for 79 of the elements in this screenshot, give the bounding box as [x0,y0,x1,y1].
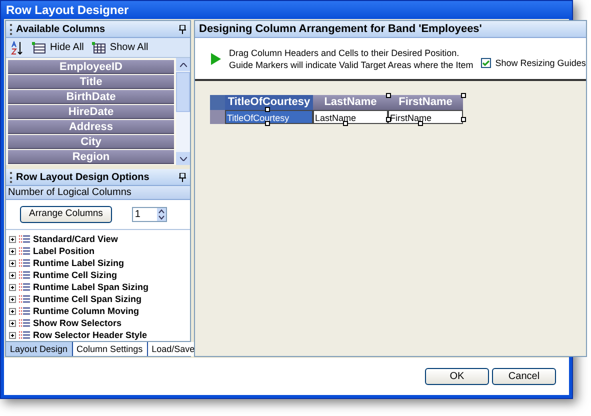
resize-handle[interactable] [418,121,423,126]
window-title: Row Layout Designer [1,1,572,19]
expand-icon[interactable] [9,248,16,254]
column-header[interactable]: FirstName [388,95,463,110]
property-icon [19,295,30,303]
tree-item[interactable]: Runtime Column Moving [33,305,139,317]
list-icon [32,42,46,54]
hide-button[interactable]: Hide All [32,40,84,55]
expand-icon[interactable] [9,284,16,290]
scroll-down-icon[interactable] [176,152,190,165]
sort-icon [10,40,24,54]
expand-icon[interactable] [9,332,16,338]
expand-icon[interactable] [9,308,16,314]
tree-item[interactable]: Runtime Label Span Sizing [33,281,149,293]
show-button[interactable]: Show All [92,40,148,55]
checkbox[interactable] [481,58,492,68]
column-item[interactable]: Title [8,75,174,89]
tree-item[interactable]: Row Selector Header Style [33,329,148,341]
property-icon [19,331,30,339]
scroll-thumb[interactable] [176,72,190,112]
resize-handle[interactable] [265,121,270,126]
section-header: Number of Logical Columns [6,186,190,200]
expand-icon[interactable] [9,272,16,278]
property-icon [19,247,30,255]
column-cell[interactable]: FirstName [388,110,463,124]
panel-title: Row Layout Design Options [16,170,150,184]
ok-button[interactable]: OK [425,368,489,385]
property-icon [19,307,30,315]
pin-icon[interactable] [179,24,186,34]
scroll-up-icon[interactable] [176,58,190,71]
property-icon [19,235,30,243]
column-item[interactable]: Address [8,120,174,134]
play-icon [211,52,221,64]
expand-icon[interactable] [9,320,16,326]
column-header[interactable]: LastName [313,95,388,110]
panel-title: Designing Column Arrangement for Band 'Employees' [199,22,482,37]
column-item[interactable]: Region [8,150,174,164]
expand-icon[interactable] [9,296,16,302]
expand-icon[interactable] [9,260,16,266]
resize-handle[interactable] [461,117,466,122]
column-cell[interactable]: TitleOfCourtesy [225,110,313,124]
resize-handle[interactable] [461,93,466,98]
column-header[interactable]: TitleOfCourtesy [225,95,313,110]
property-icon [19,283,30,291]
column-count-field[interactable]: 1 [132,207,167,222]
pin-icon[interactable] [179,172,186,182]
property-icon [19,259,30,267]
instruction-text: Drag Column Headers and Cells to their Desired Position. [229,46,460,58]
resize-handle[interactable] [265,107,270,112]
tree-item[interactable]: Runtime Cell Span Sizing [33,293,142,305]
resize-handle[interactable] [343,121,348,126]
spinner-icon[interactable] [156,208,166,221]
tab[interactable]: Layout Design [6,342,73,356]
column-item[interactable]: EmployeeID [8,60,174,74]
scrollbar[interactable] [176,58,190,165]
tab[interactable]: Column Settings [72,342,148,356]
column-cell[interactable]: LastName [313,110,388,124]
instruction-text: Guide Markers will indicate Valid Target Areas where the Item [229,58,474,70]
column-item[interactable]: HireDate [8,105,174,119]
tree-item[interactable]: Runtime Cell Sizing [33,269,118,281]
column-item[interactable]: City [8,135,174,149]
tree-item[interactable]: Standard/Card View [33,233,118,245]
tree-item[interactable]: Runtime Label Sizing [33,257,124,269]
tree-item[interactable]: Show Row Selectors [33,317,122,329]
expand-icon[interactable] [9,236,16,242]
tree-item[interactable]: Label Position [33,245,95,257]
column-item[interactable]: BirthDate [8,90,174,104]
property-icon [19,271,30,279]
sort-button[interactable] [10,40,24,54]
panel-title: Available Columns [16,22,106,36]
corner-header [210,95,225,110]
grid-icon [92,42,106,54]
row-selector [210,110,225,124]
resize-handle[interactable] [386,117,391,122]
checkbox-label: Show Resizing Guides [495,56,586,70]
cancel-button[interactable]: Cancel [492,368,556,385]
resize-handle[interactable] [386,93,391,98]
arrange-columns-button[interactable]: Arrange Columns [20,206,112,223]
property-icon [19,319,30,327]
